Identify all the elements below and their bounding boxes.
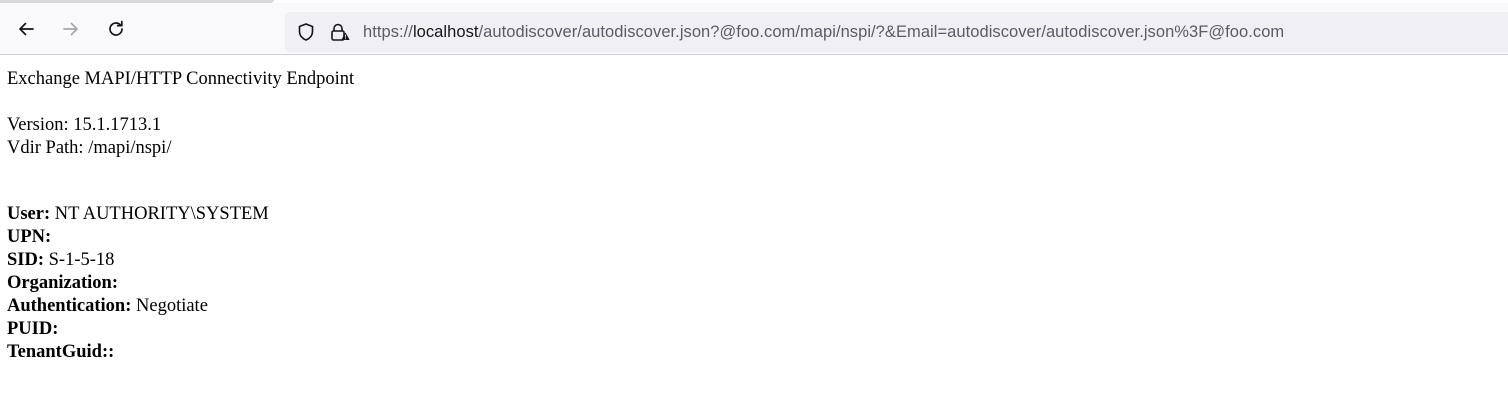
field-user: User: NT AUTHORITY\SYSTEM bbox=[7, 203, 354, 226]
field-value: S-1-5-18 bbox=[48, 250, 115, 270]
field-label: User: bbox=[7, 204, 51, 224]
reload-button[interactable] bbox=[103, 16, 129, 42]
reload-icon bbox=[109, 20, 123, 36]
page-content: Exchange MAPI/HTTP Connectivity Endpoint… bbox=[7, 68, 354, 364]
field-label: UPN: bbox=[7, 227, 52, 247]
field-label: TenantGuid:: bbox=[7, 342, 115, 362]
field-organization: Organization: bbox=[7, 272, 354, 295]
field-authentication: Authentication: Negotiate bbox=[7, 295, 354, 318]
url-text[interactable]: https://localhost/autodiscover/autodisco… bbox=[363, 23, 1284, 42]
version-label: Version: bbox=[7, 115, 69, 135]
shield-icon[interactable] bbox=[296, 22, 316, 42]
back-button[interactable] bbox=[13, 16, 39, 42]
url-scheme: https:// bbox=[363, 23, 413, 41]
address-bar[interactable]: https://localhost/autodiscover/autodisco… bbox=[285, 12, 1508, 52]
version-line: Version: 15.1.1713.1 bbox=[7, 114, 354, 137]
vdir-label: Vdir Path: bbox=[7, 138, 84, 158]
version-value: 15.1.1713.1 bbox=[73, 115, 162, 135]
field-sid: SID: S-1-5-18 bbox=[7, 249, 354, 272]
back-arrow-icon bbox=[19, 22, 34, 36]
vdir-value: /mapi/nspi/ bbox=[88, 138, 172, 158]
field-label: SID: bbox=[7, 250, 45, 270]
field-label: Organization: bbox=[7, 273, 118, 293]
page-heading: Exchange MAPI/HTTP Connectivity Endpoint bbox=[7, 69, 355, 89]
lock-icon[interactable] bbox=[329, 22, 351, 42]
field-tenantguid: TenantGuid:: bbox=[7, 341, 354, 364]
field-label: PUID: bbox=[7, 319, 59, 339]
url-host: localhost bbox=[412, 23, 479, 41]
forward-arrow-icon bbox=[63, 22, 78, 36]
forward-button[interactable] bbox=[58, 16, 84, 42]
url-path: /autodiscover/autodiscover.json?@foo.com… bbox=[478, 23, 1285, 41]
vdir-line: Vdir Path: /mapi/nspi/ bbox=[7, 137, 354, 160]
field-value: Negotiate bbox=[136, 296, 208, 316]
browser-toolbar: https://localhost/autodiscover/autodisco… bbox=[0, 3, 1508, 55]
field-upn: UPN: bbox=[7, 226, 354, 249]
field-value: NT AUTHORITY\SYSTEM bbox=[54, 204, 269, 224]
field-label: Authentication: bbox=[7, 296, 132, 316]
field-puid: PUID: bbox=[7, 318, 354, 341]
